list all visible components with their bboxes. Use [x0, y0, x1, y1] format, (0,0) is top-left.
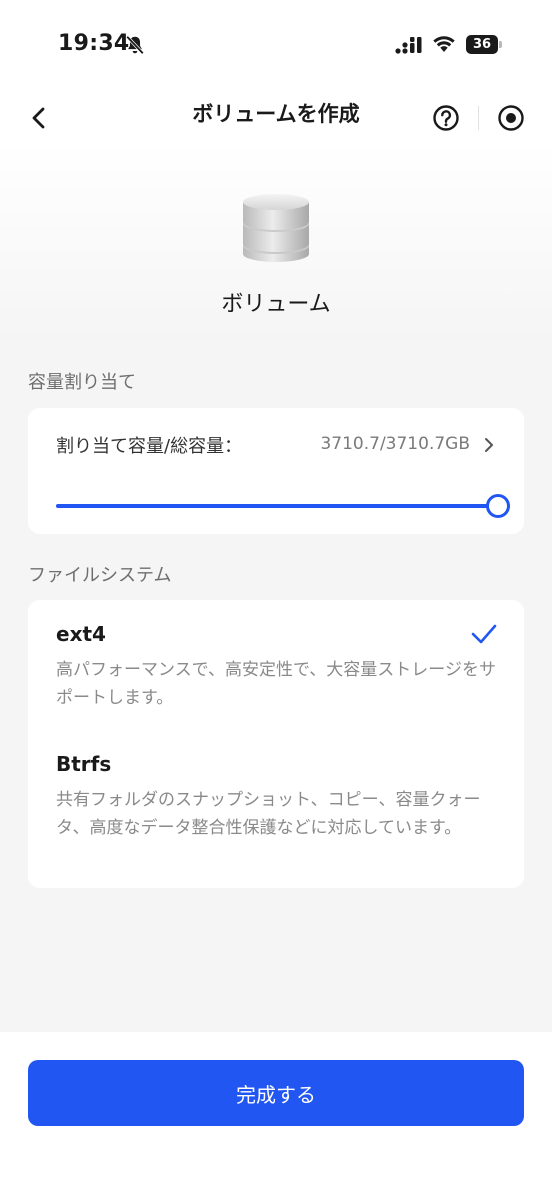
allocation-label: 割り当て容量/総容量： — [56, 436, 243, 457]
slider-fill — [56, 504, 498, 508]
allocation-value[interactable]: 3710.7/3710.7GB — [320, 434, 470, 454]
record-icon[interactable] — [497, 104, 525, 132]
nav-divider — [478, 106, 479, 130]
checkmark-icon — [471, 624, 497, 644]
status-bar: 19:34 36 — [0, 0, 552, 90]
volume-title: ボリューム — [221, 292, 331, 317]
status-time: 19:34 — [58, 31, 130, 56]
bottom-action-bar: 完成する — [0, 1032, 552, 1200]
allocation-section-label: 容量割り当て — [28, 372, 136, 393]
signal-icon — [395, 37, 422, 54]
filesystem-option-description: 高パフォーマンスで、高安定性で、大容量ストレージをサポートします。 — [56, 660, 496, 708]
battery-body: 36 — [466, 35, 498, 54]
battery-indicator: 36 — [466, 35, 502, 54]
capacity-slider[interactable] — [56, 504, 498, 508]
battery-cap — [499, 41, 502, 48]
bell-off-icon — [126, 35, 144, 55]
filesystem-option-description: 共有フォルダのスナップショット、コピー、容量クォータ、高度なデータ整合性保護など… — [56, 790, 481, 838]
help-icon[interactable] — [432, 104, 460, 132]
page-title: ボリュームを作成 — [192, 102, 360, 126]
allocation-card: 割り当て容量/総容量： 3710.7/3710.7GB — [28, 408, 524, 534]
filesystem-option-btrfs[interactable]: Btrfs 共有フォルダのスナップショット、コピー、容量クォータ、高度なデータ整… — [56, 752, 496, 842]
slider-thumb[interactable] — [486, 494, 510, 518]
filesystem-option-name: ext4 — [56, 622, 106, 646]
wifi-icon — [433, 36, 455, 52]
chevron-right-icon[interactable] — [482, 436, 496, 454]
filesystem-option-ext4[interactable]: ext4 高パフォーマンスで、高安定性で、大容量ストレージをサポートします。 — [56, 622, 496, 712]
battery-level: 36 — [472, 37, 492, 52]
create-volume-page: 19:34 36 ボリュームを作成 ボリューム 容量割り当て 割り当て容量/総容… — [0, 0, 552, 1200]
filesystem-section-label: ファイルシステム — [28, 565, 172, 586]
done-button[interactable]: 完成する — [28, 1060, 524, 1126]
filesystem-option-name: Btrfs — [56, 752, 112, 776]
filesystem-card: ext4 高パフォーマンスで、高安定性で、大容量ストレージをサポートします。 B… — [28, 600, 524, 888]
database-icon — [243, 194, 309, 262]
